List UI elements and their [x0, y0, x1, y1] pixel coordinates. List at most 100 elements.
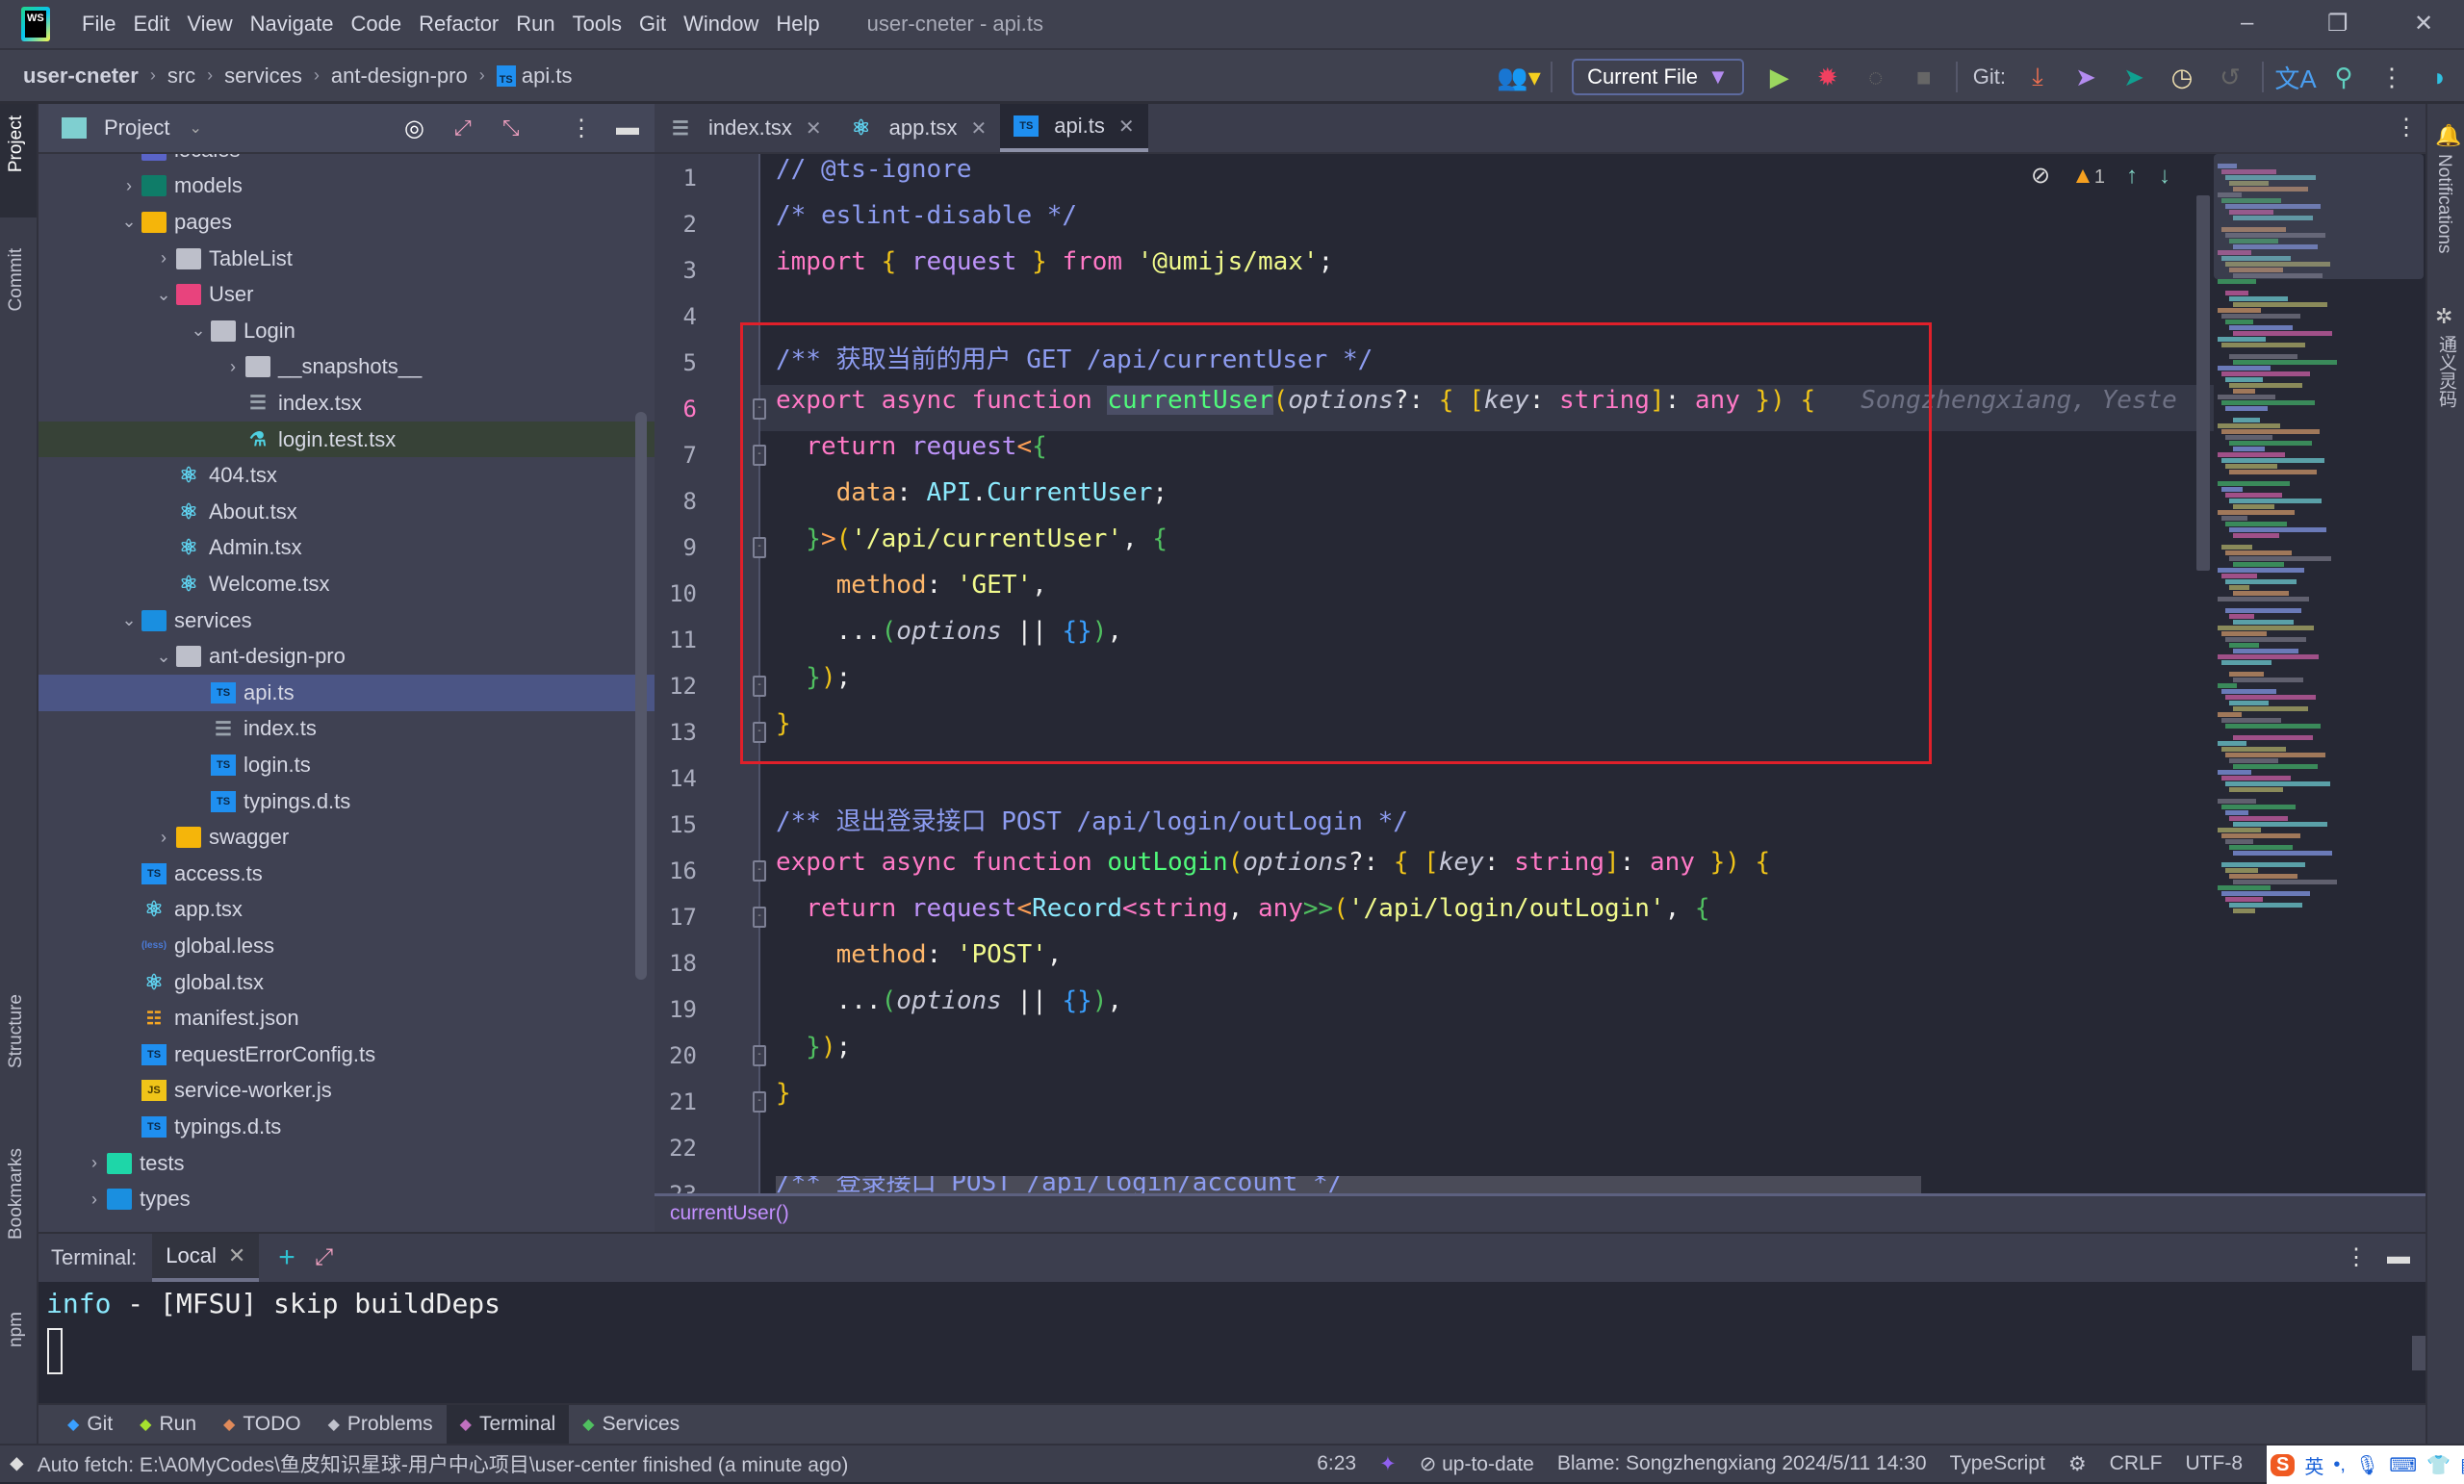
run-icon[interactable]: ▶	[1756, 63, 1804, 92]
ime-mode[interactable]: 英	[2304, 1451, 2323, 1479]
chevron-right-icon[interactable]: ›	[116, 176, 141, 196]
stripe-notifications[interactable]: Notifications	[2433, 154, 2454, 254]
line-separator[interactable]: CRLF	[2110, 1452, 2163, 1475]
tool-window-run[interactable]: ◆ Run	[126, 1405, 210, 1444]
stripe-commit[interactable]: Commit	[6, 248, 27, 311]
tree-item[interactable]: TS api.ts	[38, 675, 654, 711]
history-icon[interactable]: ◷	[2158, 63, 2206, 92]
tab-app-tsx[interactable]: ⚛ app.tsx ✕	[835, 104, 1001, 152]
tree-item[interactable]: › swagger	[38, 819, 654, 856]
tree-item[interactable]: ⚛ 404.tsx	[38, 457, 654, 494]
breadcrumb-src[interactable]: src	[167, 64, 195, 89]
blame-info[interactable]: Blame: Songzhengxiang 2024/5/11 14:30	[1557, 1452, 1927, 1475]
minimap-viewport[interactable]	[2214, 154, 2424, 279]
close-tab-icon[interactable]: ✕	[1118, 115, 1135, 139]
tongyi-icon[interactable]: ✲	[2435, 304, 2452, 329]
tree-item[interactable]: TS login.ts	[38, 747, 654, 783]
settings-icon[interactable]: ⚙	[2068, 1452, 2087, 1476]
project-title[interactable]: Project	[104, 115, 169, 141]
breadcrumb-project[interactable]: user-cneter	[23, 64, 139, 89]
tree-scrollbar[interactable]	[635, 412, 647, 980]
stripe-project[interactable]: Project	[6, 115, 27, 172]
notification-bell-icon[interactable]: 🔔	[2435, 123, 2461, 148]
close-tab-icon[interactable]: ✕	[806, 116, 822, 141]
next-highlight-icon[interactable]: ↓	[2159, 163, 2170, 190]
restore-button[interactable]: ❐	[2327, 10, 2348, 38]
chevron-down-icon[interactable]: ⌄	[116, 212, 141, 232]
tool-window-services[interactable]: ◆ Services	[569, 1405, 693, 1444]
file-encoding[interactable]: UTF-8	[2186, 1452, 2244, 1475]
tree-item[interactable]: (less) global.less	[38, 928, 654, 964]
menu-window[interactable]: Window	[675, 12, 767, 37]
new-terminal-icon[interactable]: +	[278, 1241, 295, 1274]
tree-item[interactable]: ⌄ pages	[38, 204, 654, 241]
reader-mode-icon[interactable]: ⊘	[2031, 162, 2050, 190]
menu-view[interactable]: View	[178, 12, 241, 37]
tree-item[interactable]: ⚛ About.tsx	[38, 494, 654, 530]
minimize-button[interactable]: –	[2241, 10, 2253, 37]
close-window-button[interactable]: ✕	[2414, 10, 2433, 38]
chevron-right-icon[interactable]: ›	[151, 828, 176, 848]
expand-all-icon[interactable]: ⤢	[454, 115, 472, 141]
language-service[interactable]: TypeScript	[1950, 1452, 2045, 1475]
vcs-status[interactable]: ⊘ up-to-date	[1420, 1452, 1534, 1476]
chevron-right-icon[interactable]: ›	[151, 248, 176, 269]
tree-item[interactable]: JS service-worker.js	[38, 1073, 654, 1110]
tree-item[interactable]: ⚛ global.tsx	[38, 964, 654, 1001]
plugin-logo-icon[interactable]: ◗	[2416, 63, 2464, 92]
microphone-icon[interactable]: 🎙	[2355, 1453, 2379, 1477]
close-tab-icon[interactable]: ✕	[971, 116, 988, 141]
tree-item[interactable]: ☰ index.ts	[38, 711, 654, 748]
terminal-tab-local[interactable]: Local ✕	[152, 1234, 260, 1282]
tool-window-terminal[interactable]: ◆ Terminal	[446, 1405, 570, 1444]
tree-item[interactable]: ⚗ login.test.tsx	[38, 421, 654, 458]
tool-window-git[interactable]: ◆ Git	[54, 1405, 126, 1444]
chevron-down-icon[interactable]: ⌄	[151, 285, 176, 305]
tree-item[interactable]: › tests	[38, 1145, 654, 1182]
chevron-right-icon[interactable]: ›	[220, 357, 245, 377]
ai-assistant-icon[interactable]: ✦	[1379, 1452, 1397, 1476]
maximize-icon[interactable]: ⤢	[315, 1244, 333, 1271]
previous-highlight-icon[interactable]: ↑	[2126, 163, 2138, 190]
chevron-down-icon[interactable]: ⌄	[116, 610, 141, 630]
search-icon[interactable]: ⚲	[2320, 63, 2368, 92]
tree-item[interactable]: ⌄ User	[38, 276, 654, 313]
tool-window-problems[interactable]: ◆ Problems	[315, 1405, 447, 1444]
code-minimap[interactable]	[2214, 154, 2426, 1193]
tree-item[interactable]: › types	[38, 1181, 654, 1217]
tool-window-todo[interactable]: ◆ TODO	[210, 1405, 315, 1444]
terminal-options-icon[interactable]: ⋮	[2345, 1243, 2368, 1271]
tree-item[interactable]: TS typings.d.ts	[38, 783, 654, 820]
close-tab-icon[interactable]: ✕	[228, 1243, 245, 1268]
breadcrumb-services[interactable]: services	[224, 64, 302, 89]
tree-item[interactable]: TS access.ts	[38, 856, 654, 892]
debug-icon[interactable]: ✹	[1804, 63, 1852, 92]
tree-item[interactable]: TS typings.d.ts	[38, 1109, 654, 1145]
tab-api-ts[interactable]: TS api.ts ✕	[1000, 104, 1148, 152]
code-breadcrumb[interactable]: currentUser()	[670, 1202, 789, 1225]
breadcrumb-file[interactable]: api.ts	[522, 64, 573, 89]
warning-icon[interactable]: ▲1	[2071, 163, 2105, 190]
tree-item[interactable]: ⚛ app.tsx	[38, 892, 654, 929]
tree-item[interactable]: ⚛ Welcome.tsx	[38, 566, 654, 602]
tree-item[interactable]: ☰ index.tsx	[38, 385, 654, 422]
stripe-bookmarks[interactable]: Bookmarks	[6, 1148, 27, 1240]
chevron-down-icon[interactable]: ⌄	[151, 647, 176, 667]
chevron-right-icon[interactable]: ›	[82, 1153, 107, 1173]
stop-icon[interactable]: ■	[1900, 63, 1948, 92]
hide-terminal-icon[interactable]: ▬	[2387, 1243, 2410, 1270]
punctuation-icon[interactable]: •,	[2333, 1454, 2346, 1476]
more-icon[interactable]: ⋮	[2368, 63, 2416, 92]
tab-index-tsx[interactable]: ☰ index.tsx ✕	[654, 104, 835, 152]
stripe-structure[interactable]: Structure	[6, 994, 27, 1068]
menu-tools[interactable]: Tools	[564, 12, 630, 37]
git-push-icon[interactable]: ➤	[2110, 63, 2158, 92]
tree-item[interactable]: › models	[38, 168, 654, 205]
editor-scrollbar[interactable]	[2196, 195, 2210, 571]
coverage-icon[interactable]: ◌	[1852, 63, 1900, 92]
keyboard-icon[interactable]: ⌨	[2389, 1453, 2417, 1477]
menu-file[interactable]: File	[73, 12, 124, 37]
tree-item[interactable]: ☷ manifest.json	[38, 1000, 654, 1036]
menu-code[interactable]: Code	[343, 12, 411, 37]
stripe-npm[interactable]: npm	[6, 1312, 27, 1347]
